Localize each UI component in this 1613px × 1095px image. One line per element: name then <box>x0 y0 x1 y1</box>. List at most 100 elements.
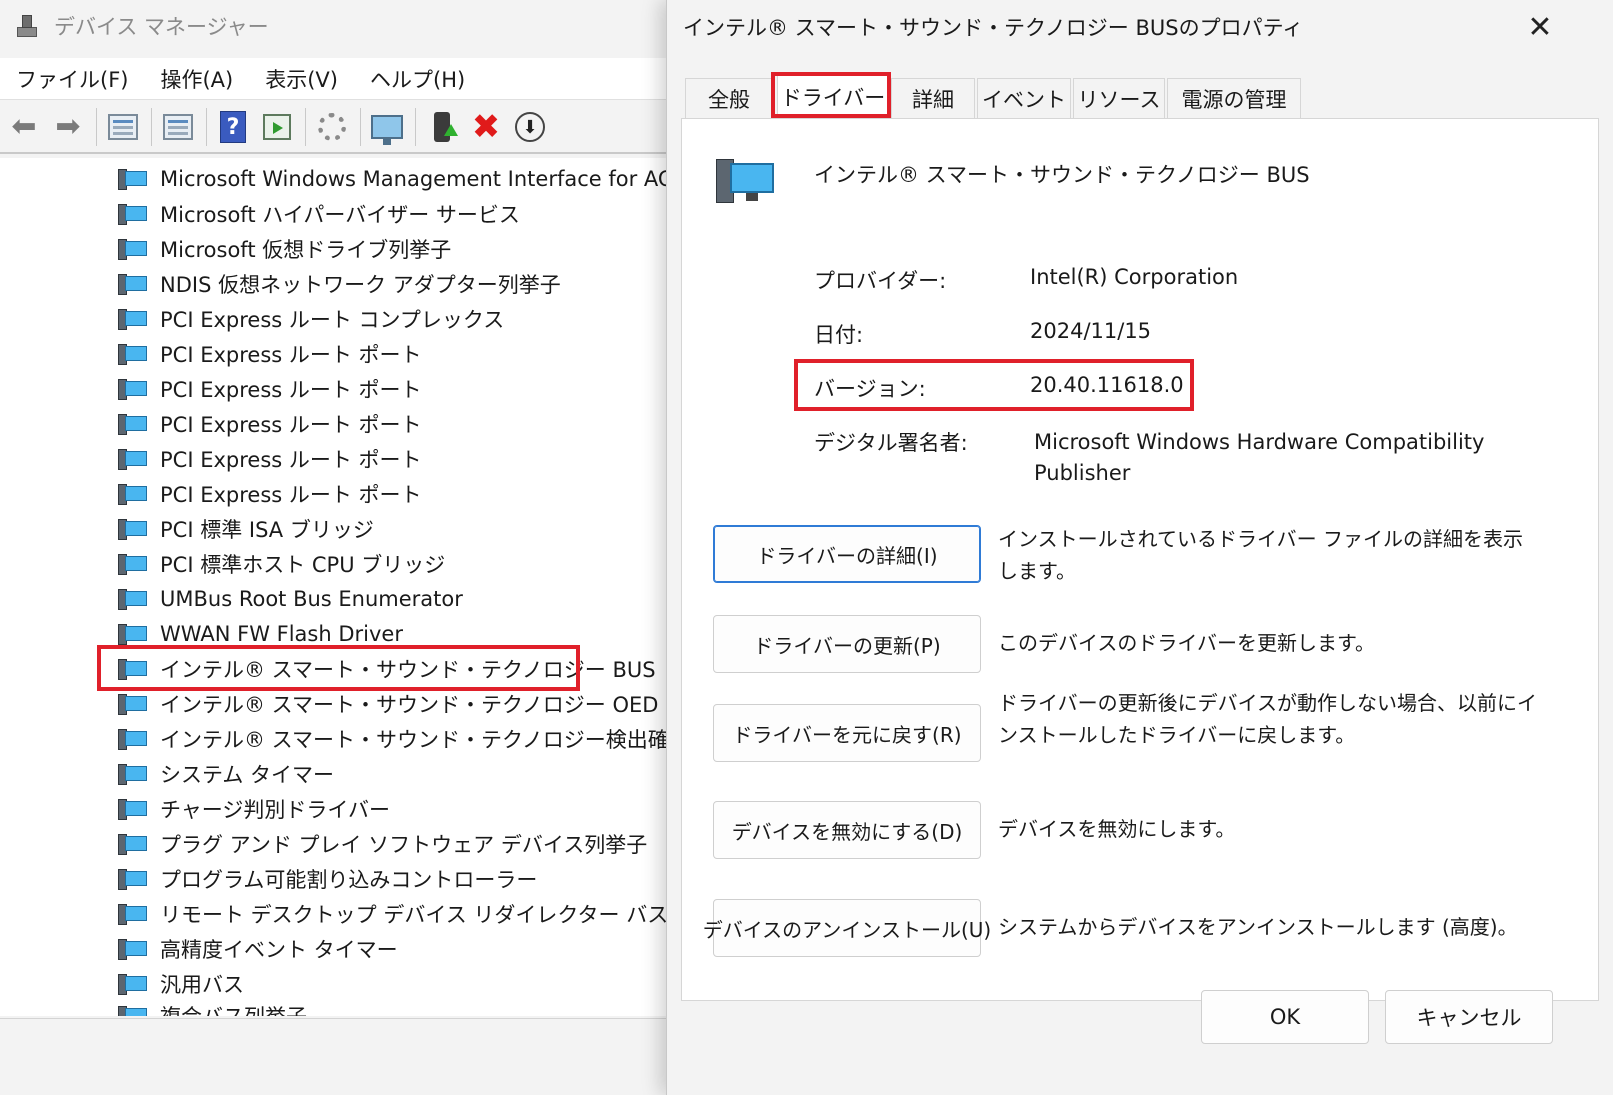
menu-view[interactable]: 表示(V) <box>249 64 354 94</box>
device-icon <box>118 622 148 646</box>
tree-item[interactable]: Microsoft 仮想ドライブ列挙子 <box>118 231 451 266</box>
device-icon <box>118 1004 148 1016</box>
signer-value: Microsoft Windows Hardware Compatibility… <box>1034 430 1485 485</box>
properties-dialog: インテル® スマート・サウンド・テクノロジー BUSのプロパティ ✕ 全般 ドラ… <box>666 0 1613 1095</box>
device-icon <box>118 762 148 786</box>
update-driver-icon[interactable] <box>314 109 350 145</box>
tree-item[interactable]: Microsoft Windows Management Interface f… <box>118 161 685 196</box>
scan-hardware-icon[interactable] <box>369 109 405 145</box>
tab-events[interactable]: イベント <box>977 78 1071 118</box>
provider-label: プロバイダー: <box>814 269 947 293</box>
disable-device-desc: デバイスを無効にします。 <box>998 817 1236 841</box>
tree-item[interactable]: Microsoft ハイパーバイザー サービス <box>118 196 520 231</box>
tree-item-label: WWAN FW Flash Driver <box>160 621 403 646</box>
tree-item[interactable]: PCI 標準ホスト CPU ブリッジ <box>118 546 445 581</box>
device-large-icon <box>716 155 778 207</box>
tab-resources[interactable]: リソース <box>1073 78 1165 118</box>
rollback-driver-button[interactable]: ドライバーを元に戻す(R) <box>713 704 981 762</box>
device-tree[interactable]: Microsoft Windows Management Interface f… <box>0 158 700 1016</box>
device-icon <box>118 727 148 751</box>
tree-item[interactable]: PCI Express ルート ポート <box>118 441 422 476</box>
tree-item[interactable]: チャージ判別ドライバー <box>118 791 390 826</box>
add-driver-icon[interactable] <box>424 109 460 145</box>
dm-menu-bar: ファイル(F) 操作(A) 表示(V) ヘルプ(H) <box>0 58 700 100</box>
device-icon <box>118 972 148 996</box>
device-icon <box>118 902 148 926</box>
cancel-button[interactable]: キャンセル <box>1385 990 1553 1044</box>
forward-arrow-icon[interactable]: ➡ <box>50 109 86 145</box>
tree-item-label: PCI Express ルート ポート <box>160 447 422 472</box>
device-icon <box>118 692 148 716</box>
tree-item[interactable]: プラグ アンド プレイ ソフトウェア デバイス列挙子 <box>118 826 647 861</box>
tree-item-label: NDIS 仮想ネットワーク アダプター列挙子 <box>160 272 561 297</box>
ok-button[interactable]: OK <box>1201 990 1369 1044</box>
device-icon <box>118 307 148 331</box>
device-manager-window: デバイス マネージャー ファイル(F) 操作(A) 表示(V) ヘルプ(H) ⬅… <box>0 0 700 1095</box>
disable-device-button[interactable]: デバイスを無効にする(D) <box>713 801 981 859</box>
tree-item-label: 汎用バス <box>160 972 244 997</box>
tree-item-label: システム タイマー <box>160 762 335 787</box>
selected-item-highlight-box <box>97 645 580 691</box>
device-icon <box>118 482 148 506</box>
tree-item-label: PCI 標準ホスト CPU ブリッジ <box>160 552 446 577</box>
toolbar-separator <box>96 108 97 146</box>
device-icon <box>118 342 148 366</box>
tab-details[interactable]: 詳細 <box>891 78 975 118</box>
tree-item-label: PCI 標準 ISA ブリッジ <box>160 517 374 542</box>
toolbar-separator <box>206 108 207 146</box>
device-icon <box>118 237 148 261</box>
tree-item[interactable]: UMBus Root Bus Enumerator <box>118 581 463 616</box>
tree-item[interactable]: PCI Express ルート ポート <box>118 406 422 441</box>
menu-action[interactable]: 操作(A) <box>144 64 249 94</box>
dialog-title: インテル® スマート・サウンド・テクノロジー BUSのプロパティ <box>683 16 1304 40</box>
uninstall-icon[interactable]: ✖ <box>468 109 504 145</box>
driver-details-button[interactable]: ドライバーの詳細(I) <box>713 525 981 583</box>
toolbar-separator <box>415 108 416 146</box>
device-manager-app-icon <box>14 13 40 39</box>
tree-item[interactable]: PCI Express ルート ポート <box>118 371 422 406</box>
tree-item[interactable]: PCI Express ルート ポート <box>118 336 422 371</box>
tree-item[interactable]: PCI 標準 ISA ブリッジ <box>118 511 374 546</box>
tab-power-management[interactable]: 電源の管理 <box>1167 78 1301 118</box>
tree-item[interactable]: インテル® スマート・サウンド・テクノロジー検出確認 <box>118 721 690 756</box>
tree-item[interactable]: リモート デスクトップ デバイス リダイレクター バス <box>118 896 668 931</box>
tree-item-label: UMBus Root Bus Enumerator <box>160 586 463 611</box>
tree-item[interactable]: プログラム可能割り込みコントローラー <box>118 861 537 896</box>
back-arrow-icon[interactable]: ⬅ <box>6 109 42 145</box>
properties-icon[interactable] <box>160 109 196 145</box>
tree-item[interactable]: PCI Express ルート コンプレックス <box>118 301 504 336</box>
toolbar-separator <box>151 108 152 146</box>
menu-help[interactable]: ヘルプ(H) <box>354 64 481 94</box>
update-driver-desc: このデバイスのドライバーを更新します。 <box>998 631 1375 655</box>
action-pane-icon[interactable] <box>259 109 295 145</box>
tree-item-label: 複合バス列挙子 <box>160 1001 307 1017</box>
tree-item-label: プログラム可能割り込みコントローラー <box>160 867 538 892</box>
driver-details-desc: インストールされているドライバー ファイルの詳細を表示します。 <box>998 527 1523 583</box>
tree-item-label: Microsoft ハイパーバイザー サービス <box>160 202 520 227</box>
tab-general[interactable]: 全般 <box>685 78 773 118</box>
download-icon[interactable]: ⬇ <box>512 109 548 145</box>
console-tree-icon[interactable] <box>105 109 141 145</box>
uninstall-device-button[interactable]: デバイスのアンインストール(U) <box>703 899 991 957</box>
menu-file[interactable]: ファイル(F) <box>0 64 144 94</box>
tree-item-label: リモート デスクトップ デバイス リダイレクター バス <box>160 902 669 927</box>
close-icon[interactable]: ✕ <box>1519 6 1561 48</box>
tree-item-label: 高精度イベント タイマー <box>160 937 398 962</box>
driver-tab-panel: インテル® スマート・サウンド・テクノロジー BUS プロバイダー: Intel… <box>681 118 1599 1001</box>
tree-item[interactable]: 高精度イベント タイマー <box>118 931 398 966</box>
device-icon <box>118 587 148 611</box>
tree-item[interactable]: 汎用バス <box>118 966 244 1001</box>
tree-item[interactable]: 複合バス列挙子 <box>118 998 307 1016</box>
help-icon[interactable]: ? <box>215 109 251 145</box>
dm-title-bar: デバイス マネージャー <box>0 0 700 52</box>
tree-item[interactable]: NDIS 仮想ネットワーク アダプター列挙子 <box>118 266 561 301</box>
device-icon <box>118 447 148 471</box>
tree-item[interactable]: システム タイマー <box>118 756 334 791</box>
update-driver-button[interactable]: ドライバーの更新(P) <box>713 615 981 673</box>
tree-item-label: プラグ アンド プレイ ソフトウェア デバイス列挙子 <box>160 832 648 857</box>
tree-item[interactable]: インテル® スマート・サウンド・テクノロジー OED <box>118 686 658 721</box>
tree-item[interactable]: PCI Express ルート ポート <box>118 476 422 511</box>
tree-item-label: Microsoft 仮想ドライブ列挙子 <box>160 237 452 262</box>
toolbar-separator <box>305 108 306 146</box>
device-icon <box>118 832 148 856</box>
